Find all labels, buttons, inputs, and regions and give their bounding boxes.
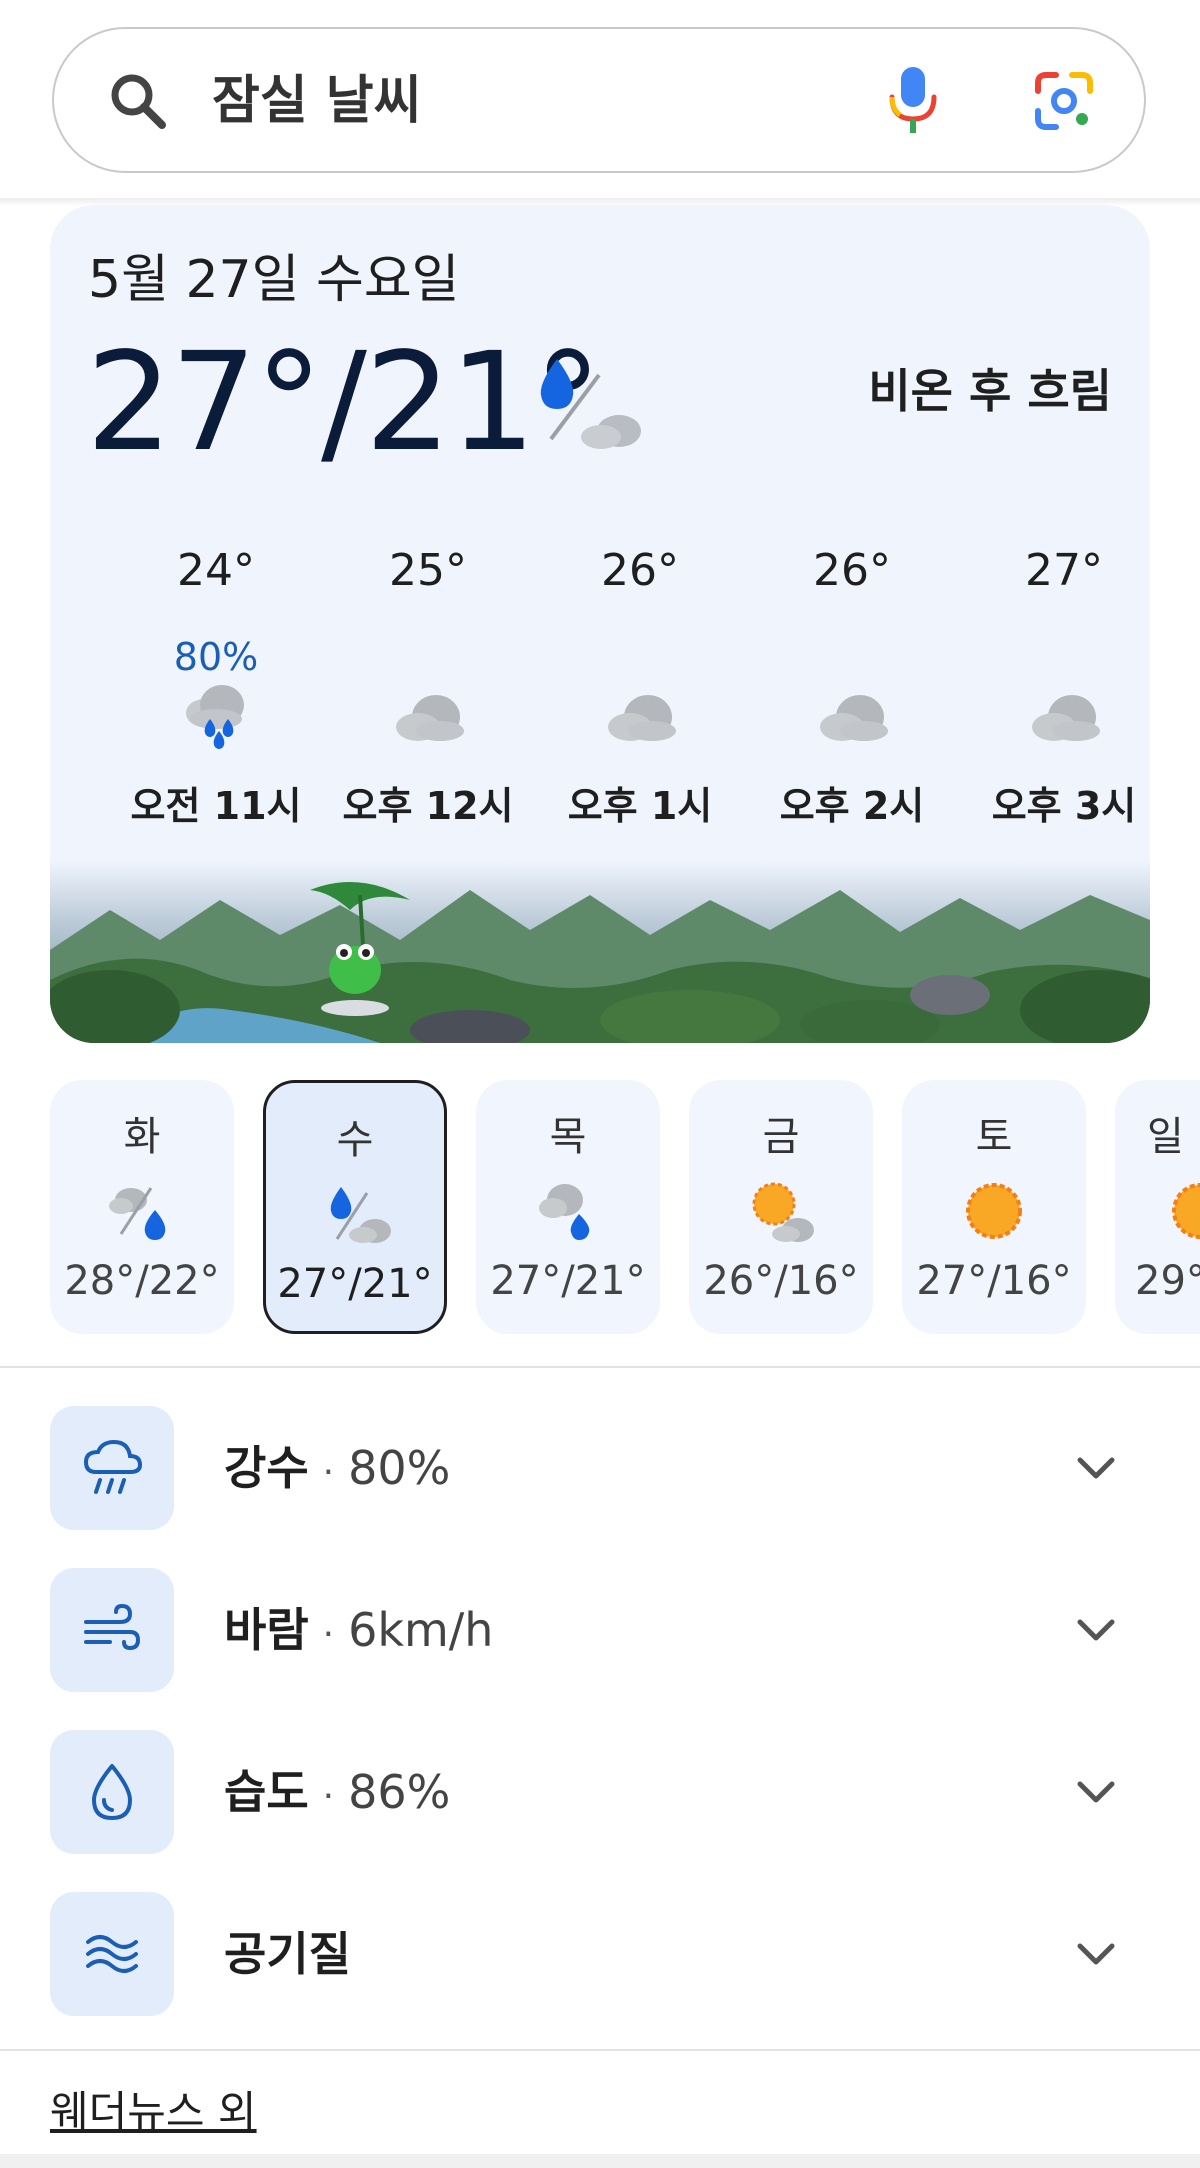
day-name: 목 <box>549 1114 587 1160</box>
hourly-temp: 25° <box>389 545 467 596</box>
precipitation-value: 80% <box>348 1441 451 1495</box>
day-card-sun[interactable]: 일 29°/ <box>1115 1080 1200 1334</box>
day-name: 화 <box>123 1114 161 1160</box>
day-card-tue[interactable]: 화 28°/22° <box>50 1080 234 1334</box>
wind-row[interactable]: 바람 · 6km/h <box>0 1568 1200 1692</box>
icon-box <box>50 1568 174 1692</box>
cloud-icon <box>396 695 464 741</box>
hourly-time: 오후 1시 <box>567 784 713 828</box>
hourly-time: 오후 12시 <box>342 784 514 828</box>
lens-icon[interactable] <box>1032 69 1096 133</box>
day-card-wed-selected[interactable]: 수 27°/21° <box>263 1080 447 1334</box>
cloud-icon <box>820 695 888 741</box>
hourly-temp: 27° <box>1025 545 1103 596</box>
sun-cloud-icon <box>752 1182 814 1242</box>
mic-icon[interactable] <box>886 65 940 137</box>
cloud-icon <box>608 695 676 741</box>
day-name: 일 <box>1147 1114 1184 1160</box>
rain-then-cloudy-icon <box>540 359 641 449</box>
day-temps: 28°/22° <box>64 1258 220 1304</box>
wind-icon <box>84 1603 141 1651</box>
icon-box <box>50 1406 174 1530</box>
hourly-time: 오전 11시 <box>130 784 302 828</box>
precipitation-label: 강수 · 80% <box>224 1441 451 1495</box>
humidity-icon <box>92 1764 132 1820</box>
search-input[interactable]: 잠실 날씨 <box>212 69 421 133</box>
search-icon[interactable] <box>106 69 170 133</box>
section-divider <box>0 1366 1200 1368</box>
day-temps: 27°/16° <box>916 1258 1072 1304</box>
today-temperature: 27°/21° <box>86 324 602 482</box>
weather-condition: 비온 후 흐림 <box>868 364 1112 418</box>
day-card-fri[interactable]: 금 26°/16° <box>689 1080 873 1334</box>
wind-value: 6km/h <box>348 1603 494 1657</box>
day-name: 금 <box>762 1114 800 1160</box>
daily-forecast: 화 28°/22° 수 27°/21° 목 27°/21° 금 26°/16° … <box>0 1080 1200 1336</box>
cloud-icon <box>1032 695 1100 741</box>
humidity-value: 86% <box>348 1765 451 1819</box>
hourly-temp: 24° <box>177 545 255 596</box>
weather-date: 5월 27일 수요일 <box>88 250 460 310</box>
rainy-landscape-illustration <box>50 860 1150 1043</box>
day-name: 수 <box>336 1117 374 1163</box>
day-temps: 27°/21° <box>277 1261 433 1307</box>
source-link[interactable]: 웨더뉴스 외 <box>50 2078 257 2139</box>
bottom-edge <box>0 2154 1200 2168</box>
weather-card: 5월 27일 수요일 27°/21° 비온 후 흐림 24° 80% 오전 11… <box>50 205 1150 1043</box>
chevron-down-icon[interactable] <box>1072 1612 1120 1648</box>
icon-box <box>50 1730 174 1854</box>
hourly-precip: 80% <box>173 635 259 679</box>
day-temps: 29°/ <box>1135 1258 1200 1304</box>
humidity-label: 습도 · 86% <box>224 1765 451 1819</box>
day-name: 토 <box>975 1114 1013 1160</box>
hourly-time: 오후 3시 <box>991 784 1137 828</box>
air-quality-label: 공기질 <box>224 1927 351 1981</box>
chevron-down-icon[interactable] <box>1072 1936 1120 1972</box>
day-temps: 26°/16° <box>703 1258 859 1304</box>
icon-box <box>50 1892 174 2016</box>
hourly-temp: 26° <box>601 545 679 596</box>
rain-cloud-icon <box>186 685 244 749</box>
day-temps: 27°/21° <box>490 1258 646 1304</box>
chevron-down-icon[interactable] <box>1072 1450 1120 1486</box>
search-box[interactable]: 잠실 날씨 <box>52 27 1146 173</box>
top-bar: 잠실 날씨 <box>0 0 1200 200</box>
precipitation-icon <box>83 1439 142 1494</box>
hourly-temp: 26° <box>813 545 891 596</box>
hourly-time: 오후 2시 <box>779 784 925 828</box>
precipitation-row[interactable]: 강수 · 80% <box>0 1406 1200 1530</box>
rain-cloud-split-icon <box>330 1187 391 1243</box>
day-card-thu[interactable]: 목 27°/21° <box>476 1080 660 1334</box>
hourly-forecast: 24° 80% 오전 11시 25° 오후 12시 26° 오후 1시 26° … <box>50 525 1150 845</box>
chevron-down-icon[interactable] <box>1072 1774 1120 1810</box>
air-quality-row[interactable]: 공기질 <box>0 1892 1200 2016</box>
air-quality-icon <box>86 1935 138 1973</box>
day-card-sat[interactable]: 토 27°/16° <box>902 1080 1086 1334</box>
cloud-rain-icon <box>109 1187 166 1240</box>
sun-icon <box>966 1183 1022 1239</box>
wind-label: 바람 · 6km/h <box>224 1603 494 1657</box>
humidity-row[interactable]: 습도 · 86% <box>0 1730 1200 1854</box>
sun-icon <box>1172 1183 1200 1239</box>
cloud-drop-icon <box>539 1184 590 1240</box>
section-divider <box>0 2049 1200 2051</box>
